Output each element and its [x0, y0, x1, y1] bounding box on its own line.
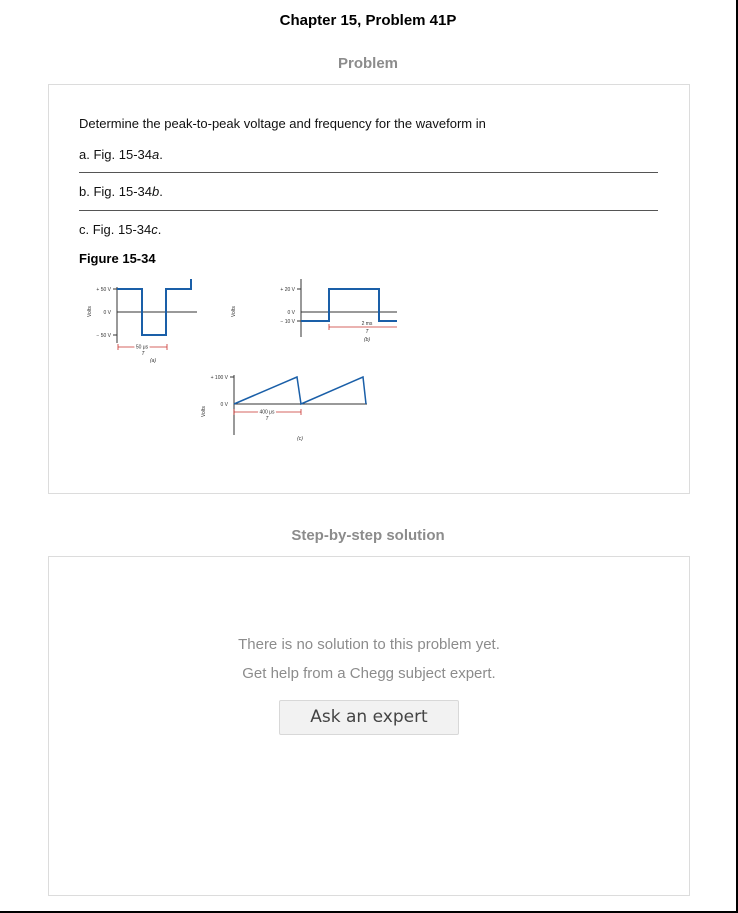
part-c-suffix: . [157, 222, 162, 237]
panel-a-period-label: 50 μs [136, 345, 149, 351]
part-b-prefix: b. Fig. 15-34 [79, 184, 152, 199]
ask-an-expert-button[interactable]: Ask an expert [279, 700, 459, 735]
panel-c-axis-label: Volts [201, 406, 207, 417]
panel-b-caption: (b) [364, 337, 370, 343]
chapter-title: Chapter 15, Problem 41P [279, 12, 457, 29]
panel-b-square-wave [301, 288, 397, 322]
panel-c-sawtooth-wave [233, 375, 367, 406]
panel-c-caption: (c) [297, 436, 303, 442]
figure-title: Figure 15-34 [79, 251, 156, 266]
part-a: a. Fig. 15-34a. [79, 147, 163, 162]
panel-b-period-symbol: T [365, 329, 369, 335]
panel-a-square-wave [117, 279, 192, 336]
panel-c-period-label: 400 μs [259, 410, 275, 416]
panel-a-axis-label: Volts [87, 306, 93, 317]
figure-15-34: Volts + 50 V 0 V − 50 V 50 μs T (a) Volt… [87, 279, 397, 442]
panel-c: Volts + 100 V 0 V 400 μs T (c) [201, 375, 367, 442]
answer-rule-b [79, 210, 658, 211]
panel-a-label-zero: 0 V [103, 310, 111, 316]
panel-a-caption: (a) [150, 358, 156, 364]
part-b: b. Fig. 15-34b. [79, 184, 163, 199]
panel-c-label-zero: 0 V [220, 402, 228, 408]
panel-c-period-symbol: T [265, 416, 269, 422]
panel-c-label-pos: + 100 V [211, 375, 229, 381]
answer-rule-a [79, 172, 658, 173]
panel-b-label-zero: 0 V [287, 310, 295, 316]
part-c: c. Fig. 15-34c. [79, 222, 161, 237]
problem-statement: Determine the peak-to-peak voltage and f… [79, 116, 486, 131]
part-b-suffix: . [159, 184, 163, 199]
problem-box: Determine the peak-to-peak voltage and f… [48, 84, 690, 494]
solution-heading: Step-by-step solution [291, 527, 445, 544]
part-c-prefix: c. Fig. 15-34 [79, 222, 152, 237]
part-a-prefix: a. Fig. 15-34 [79, 147, 152, 162]
expert-help-message: Get help from a Chegg subject expert. [242, 665, 496, 682]
solution-box: There is no solution to this problem yet… [48, 556, 690, 896]
no-solution-message: There is no solution to this problem yet… [238, 636, 500, 653]
panel-a-label-neg: − 50 V [96, 333, 111, 339]
problem-heading: Problem [337, 55, 398, 72]
panel-b-label-pos: + 20 V [280, 287, 295, 293]
panel-b-label-neg: − 10 V [280, 319, 295, 325]
panel-a-label-pos: + 50 V [96, 287, 111, 293]
panel-a: Volts + 50 V 0 V − 50 V 50 μs T (a) [87, 279, 197, 364]
panel-a-period-symbol: T [141, 351, 145, 357]
panel-b-period-label: 2 ms [362, 321, 373, 327]
part-a-suffix: . [159, 147, 163, 162]
panel-b-axis-label: Volts [231, 306, 237, 317]
panel-b: Volts + 20 V 0 V − 10 V 2 ms T (b) [231, 279, 397, 343]
